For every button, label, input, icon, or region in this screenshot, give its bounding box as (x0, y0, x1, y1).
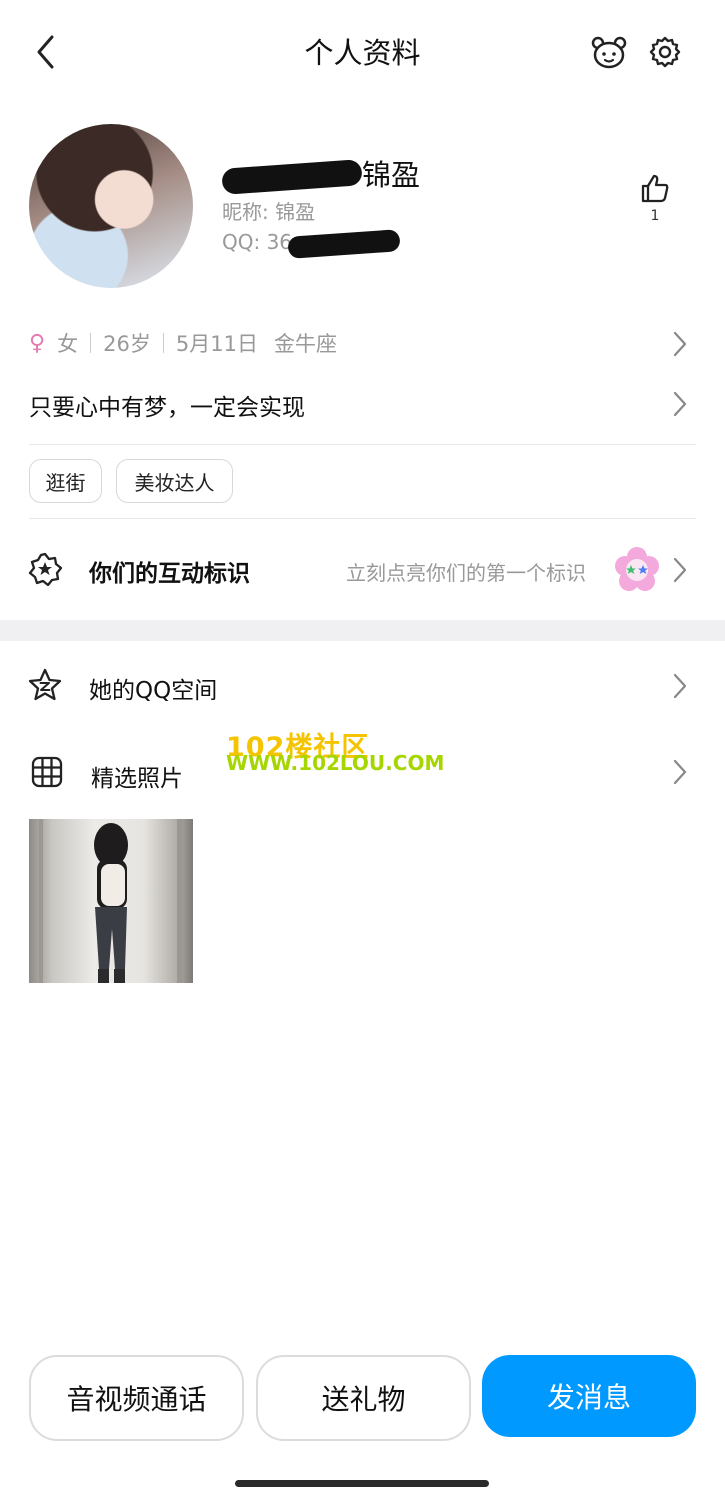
divider (29, 518, 696, 519)
photo-figure (39, 819, 182, 983)
basic-info-row[interactable]: ♀ 女 26岁 5月11日 金牛座 (29, 328, 337, 358)
qzone-row[interactable]: 她的QQ空间 (0, 650, 725, 722)
section-separator (0, 620, 725, 641)
grid-icon (31, 756, 63, 788)
send-gift-button[interactable]: 送礼物 (256, 1355, 471, 1441)
chevron-right-icon[interactable] (672, 330, 688, 366)
nickname: 昵称: 锦盈 (222, 200, 316, 224)
interaction-marks-row[interactable]: 你们的互动标识 立刻点亮你们的第一个标识 (0, 530, 725, 610)
signature[interactable]: 只要心中有梦，一定会实现 (29, 388, 305, 422)
birthday: 5月11日 (175, 332, 258, 356)
thumbs-up-icon (641, 174, 669, 203)
divider (90, 333, 92, 353)
tag-shopping[interactable]: 逛街 (29, 459, 102, 503)
avatar[interactable] (29, 124, 193, 288)
chevron-right-icon (673, 557, 687, 583)
av-call-button[interactable]: 音视频通话 (29, 1355, 244, 1441)
qq-number: QQ: 36 (222, 228, 401, 259)
profile-name: 锦盈 (221, 152, 421, 195)
gender: 女 (57, 332, 79, 356)
interaction-hint: 立刻点亮你们的第一个标识 (346, 561, 586, 585)
watermark-url: WWW.102LOU.COM (226, 751, 445, 775)
like-count: 1 (650, 208, 660, 224)
like-button[interactable]: 1 (635, 172, 675, 224)
send-message-button[interactable]: 发消息 (482, 1355, 696, 1437)
qzone-star-icon (28, 668, 62, 701)
star-badge-icon (28, 552, 62, 586)
divider (162, 333, 164, 353)
chevron-right-icon (673, 759, 687, 785)
divider (29, 444, 696, 445)
bear-face-icon (591, 36, 627, 69)
redaction-mark (287, 228, 401, 259)
pet-button[interactable] (588, 32, 630, 72)
photos-label: 精选照片 (91, 766, 183, 792)
female-icon: ♀ (29, 330, 46, 356)
photo-thumbnail[interactable] (29, 819, 193, 983)
flower-badge-icon (615, 547, 659, 591)
age: 26岁 (103, 332, 151, 356)
chevron-right-icon[interactable] (672, 390, 688, 426)
tag-makeup[interactable]: 美妆达人 (116, 459, 233, 503)
interaction-label: 你们的互动标识 (89, 561, 250, 587)
name-suffix: 锦盈 (362, 158, 421, 192)
home-indicator[interactable] (235, 1480, 489, 1487)
gear-icon (649, 36, 681, 68)
chevron-right-icon (673, 673, 687, 699)
redaction-mark (221, 159, 363, 195)
settings-button[interactable] (645, 32, 685, 72)
qzone-label: 她的QQ空间 (89, 678, 218, 704)
zodiac: 金牛座 (273, 332, 337, 356)
